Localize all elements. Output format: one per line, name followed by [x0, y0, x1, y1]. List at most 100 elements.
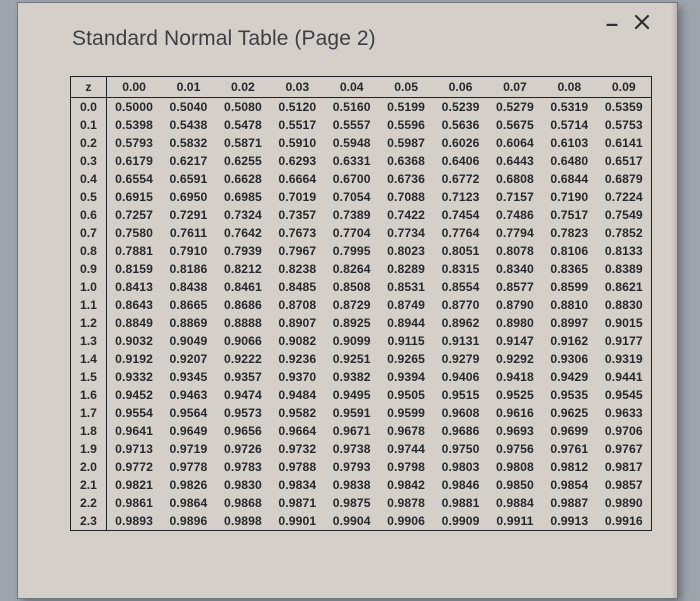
table-cell: 0.7123 — [433, 188, 487, 206]
page-title: Standard Normal Table (Page 2) — [72, 27, 376, 51]
table-row: 0.30.61790.62170.62550.62930.63310.63680… — [71, 152, 651, 170]
table-cell: 0.9783 — [216, 458, 270, 476]
table-cell: 0.9370 — [270, 368, 324, 386]
table-cell: 0.9881 — [433, 494, 487, 512]
row-header: 0.2 — [71, 134, 106, 152]
table-cell: 0.9656 — [216, 422, 270, 440]
table-cell: 0.6772 — [433, 170, 487, 188]
table-cell: 0.9911 — [488, 512, 542, 530]
table-cell: 0.8133 — [597, 242, 651, 260]
table-cell: 0.9418 — [488, 368, 542, 386]
table-cell: 0.9515 — [433, 386, 487, 404]
table-cell: 0.9812 — [542, 458, 596, 476]
table-cell: 0.9896 — [161, 512, 215, 530]
table-cell: 0.9854 — [542, 476, 596, 494]
table-cell: 0.7642 — [216, 224, 270, 242]
table-cell: 0.9767 — [597, 440, 651, 458]
close-button[interactable] — [631, 13, 653, 35]
table-cell: 0.8340 — [488, 260, 542, 278]
table-cell: 0.9830 — [216, 476, 270, 494]
table-cell: 0.8686 — [216, 296, 270, 314]
table-cell: 0.5675 — [488, 116, 542, 134]
table-cell: 0.6664 — [270, 170, 324, 188]
table-row: 0.60.72570.72910.73240.73570.73890.74220… — [71, 206, 651, 224]
table-cell: 0.5279 — [488, 98, 542, 117]
table-cell: 0.9898 — [216, 512, 270, 530]
table-cell: 0.9535 — [542, 386, 596, 404]
table-cell: 0.9236 — [270, 350, 324, 368]
table-cell: 0.9744 — [379, 440, 433, 458]
table-cell: 0.7734 — [379, 224, 433, 242]
table-cell: 0.7357 — [270, 206, 324, 224]
table-cell: 0.7764 — [433, 224, 487, 242]
table-cell: 0.9495 — [325, 386, 379, 404]
table-row: 1.90.97130.97190.97260.97320.97380.97440… — [71, 440, 651, 458]
table-cell: 0.6808 — [488, 170, 542, 188]
table-cell: 0.8621 — [597, 278, 651, 296]
table-cell: 0.8023 — [379, 242, 433, 260]
table-cell: 0.7794 — [488, 224, 542, 242]
table-cell: 0.8238 — [270, 260, 324, 278]
table-cell: 0.9893 — [106, 512, 161, 530]
col-header: 0.07 — [488, 77, 542, 98]
table-cell: 0.9463 — [161, 386, 215, 404]
table-cell: 0.8888 — [216, 314, 270, 332]
table-cell: 0.5793 — [106, 134, 161, 152]
table-cell: 0.9890 — [597, 494, 651, 512]
table-cell: 0.6179 — [106, 152, 161, 170]
table-cell: 0.9573 — [216, 404, 270, 422]
table-cell: 0.6217 — [161, 152, 215, 170]
table-cell: 0.7611 — [161, 224, 215, 242]
table-cell: 0.9582 — [270, 404, 324, 422]
table-row: 1.60.94520.94630.94740.94840.94950.95050… — [71, 386, 651, 404]
table-cell: 0.8708 — [270, 296, 324, 314]
table-cell: 0.8264 — [325, 260, 379, 278]
table-cell: 0.5398 — [106, 116, 161, 134]
table-cell: 0.9292 — [488, 350, 542, 368]
table-cell: 0.9345 — [161, 368, 215, 386]
row-header: 1.9 — [71, 440, 106, 458]
table-row: 1.80.96410.96490.96560.96640.96710.96780… — [71, 422, 651, 440]
table-cell: 0.9850 — [488, 476, 542, 494]
table-cell: 0.5319 — [542, 98, 596, 117]
table-cell: 0.9525 — [488, 386, 542, 404]
table-row: 0.50.69150.69500.69850.70190.70540.70880… — [71, 188, 651, 206]
table-cell: 0.7157 — [488, 188, 542, 206]
table-cell: 0.6443 — [488, 152, 542, 170]
table-cell: 0.9909 — [433, 512, 487, 530]
table-cell: 0.9732 — [270, 440, 324, 458]
table-cell: 0.9868 — [216, 494, 270, 512]
col-header: 0.00 — [106, 77, 161, 98]
table-cell: 0.9906 — [379, 512, 433, 530]
table-cell: 0.9306 — [542, 350, 596, 368]
table-cell: 0.7852 — [597, 224, 651, 242]
table-row: 2.10.98210.98260.98300.98340.98380.98420… — [71, 476, 651, 494]
table-cell: 0.6331 — [325, 152, 379, 170]
table-cell: 0.6915 — [106, 188, 161, 206]
table-cell: 0.8665 — [161, 296, 215, 314]
table-cell: 0.6950 — [161, 188, 215, 206]
table-cell: 0.5596 — [379, 116, 433, 134]
table-cell: 0.9633 — [597, 404, 651, 422]
row-header: 1.4 — [71, 350, 106, 368]
table-cell: 0.9015 — [597, 314, 651, 332]
table-cell: 0.8078 — [488, 242, 542, 260]
col-header: 0.05 — [379, 77, 433, 98]
table-cell: 0.8554 — [433, 278, 487, 296]
table-cell: 0.9505 — [379, 386, 433, 404]
table-cell: 0.9904 — [325, 512, 379, 530]
table-cell: 0.5948 — [325, 134, 379, 152]
row-header: 0.8 — [71, 242, 106, 260]
table-row: 1.40.91920.92070.92220.92360.92510.92650… — [71, 350, 651, 368]
row-header: 1.1 — [71, 296, 106, 314]
table-row: 0.90.81590.81860.82120.82380.82640.82890… — [71, 260, 651, 278]
table-cell: 0.9082 — [270, 332, 324, 350]
minimize-button[interactable]: – — [603, 15, 621, 33]
row-header: 0.5 — [71, 188, 106, 206]
table-cell: 0.8438 — [161, 278, 215, 296]
table-cell: 0.6700 — [325, 170, 379, 188]
table-row: 2.20.98610.98640.98680.98710.98750.98780… — [71, 494, 651, 512]
table-cell: 0.5832 — [161, 134, 215, 152]
table-cell: 0.9332 — [106, 368, 161, 386]
table-cell: 0.9406 — [433, 368, 487, 386]
